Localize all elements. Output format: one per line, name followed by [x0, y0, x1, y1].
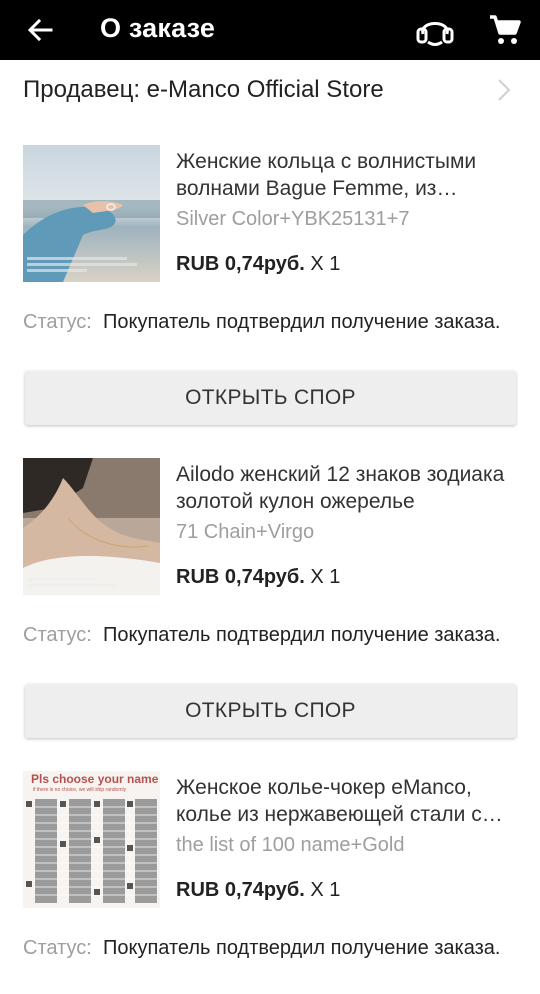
item-info: Ailodo женский 12 знаков зодиака золотой… — [176, 461, 520, 545]
seller-name: Продавец: e-Manco Official Store — [23, 76, 384, 103]
product-variant: the list of 100 name+Gold — [176, 834, 405, 856]
product-variant: 71 Chain+Virgo — [176, 521, 315, 543]
headset-icon[interactable] — [414, 12, 456, 48]
product-price: RUB 0,74руб. — [176, 253, 305, 275]
status-text: Покупатель подтвердил получение заказа. — [103, 624, 501, 646]
price-line: RUB 0,74руб. X 1 — [176, 566, 340, 589]
page-title: О заказе — [100, 13, 216, 43]
product-quantity: X 1 — [310, 253, 341, 275]
status-label: Статус: — [23, 937, 92, 959]
order-status: Статус: Покупатель подтвердил получение … — [23, 309, 523, 335]
top-bar: О заказе — [0, 0, 540, 60]
product-price: RUB 0,74руб. — [176, 566, 305, 588]
order-status: Статус: Покупатель подтвердил получение … — [23, 622, 523, 648]
product-thumbnail[interactable] — [23, 458, 160, 595]
open-dispute-button[interactable]: ОТКРЫТЬ СПОР — [25, 684, 516, 738]
product-name[interactable]: Ailodo женский 12 знаков зодиака золотой… — [176, 461, 520, 515]
item-info: Женские кольца с волнистыми волнами Bagu… — [176, 148, 520, 232]
seller-row[interactable]: Продавец: e-Manco Official Store — [0, 66, 540, 112]
status-label: Статус: — [23, 624, 92, 646]
product-price: RUB 0,74руб. — [176, 879, 305, 901]
price-line: RUB 0,74руб. X 1 — [176, 879, 340, 902]
product-name[interactable]: Женские кольца с волнистыми волнами Bagu… — [176, 148, 520, 202]
product-thumbnail[interactable] — [23, 145, 160, 282]
arrow-left-icon[interactable] — [24, 14, 56, 46]
product-quantity: X 1 — [310, 879, 341, 901]
product-thumbnail[interactable]: Pls choose your name if there is no choi… — [23, 771, 160, 908]
item-info: Женское колье-чокер eManco, колье из нер… — [176, 774, 520, 858]
chevron-right-icon — [498, 79, 511, 101]
product-name[interactable]: Женское колье-чокер eManco, колье из нер… — [176, 774, 520, 828]
status-label: Статус: — [23, 311, 92, 333]
cart-icon[interactable] — [488, 13, 522, 47]
product-variant: Silver Color+YBK25131+7 — [176, 208, 410, 230]
status-text: Покупатель подтвердил получение заказа. — [103, 311, 501, 333]
status-text: Покупатель подтвердил получение заказа. — [103, 937, 501, 959]
open-dispute-button[interactable]: ОТКРЫТЬ СПОР — [25, 371, 516, 425]
product-quantity: X 1 — [310, 566, 341, 588]
order-status: Статус: Покупатель подтвердил получение … — [23, 935, 523, 961]
price-line: RUB 0,74руб. X 1 — [176, 253, 340, 276]
